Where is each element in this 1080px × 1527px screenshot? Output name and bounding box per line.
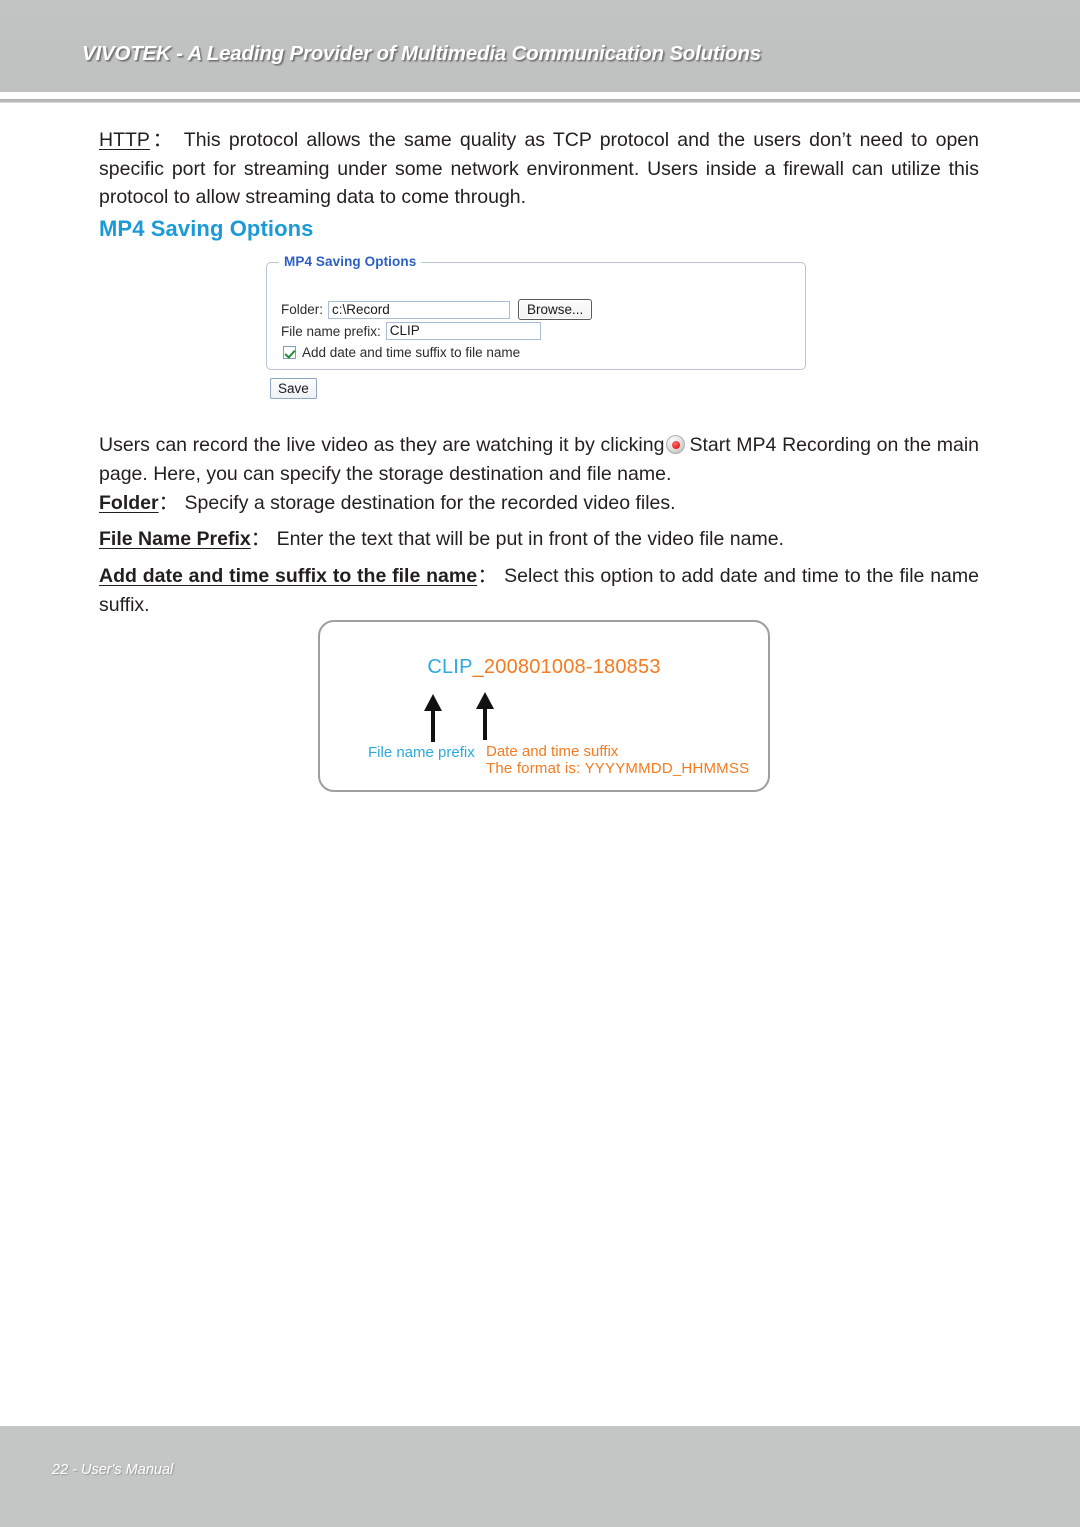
save-button[interactable]: Save [270,378,317,399]
paragraph-http: HTTP： This protocol allows the same qual… [99,126,979,212]
illustration-filename: CLIP_200801008-180853 [320,656,768,679]
check-icon[interactable] [283,346,296,359]
arrow-up-icon-suffix [476,692,494,740]
term-http-colon: ： [149,129,176,151]
paragraph-add-date-time-suffix-definition: Add date and time suffix to the file nam… [99,562,979,619]
term-add-date-time-suffix: Add date and time suffix to the file nam… [99,565,478,587]
paragraph-file-name-prefix-text: Enter the text that will be put in front… [276,528,784,550]
file-name-prefix-label: File name prefix: [281,323,381,339]
section-heading-mp4-saving-options: MP4 Saving Options [99,216,314,241]
mp4-saving-options-dialog: MP4 Saving Options Folder: Browse... Fil… [266,254,806,399]
add-date-time-suffix-row[interactable]: Add date and time suffix to file name [283,345,520,360]
term-folder: Folder [99,492,159,514]
add-date-time-suffix-label: Add date and time suffix to file name [302,345,521,360]
browse-button[interactable]: Browse... [518,299,593,320]
paragraph-folder-definition: Folder： Specify a storage destination fo… [99,489,979,518]
mp4-fieldset-legend: MP4 Saving Options [279,254,422,269]
file-name-prefix-row: File name prefix: [281,322,541,340]
paragraph-file-name-prefix-definition: File Name Prefix： Enter the text that wi… [99,525,979,554]
footer-page-label: 22 - User's Manual [52,1462,174,1478]
start-mp4-recording-icon [666,435,686,454]
illustration-filename-prefix: CLIP [427,656,473,678]
term-file-name-prefix: File Name Prefix [99,528,251,550]
folder-label: Folder: [281,302,324,317]
arrow-up-icon-prefix [424,694,442,742]
term-folder-colon: ： [158,492,180,514]
header-divider-rule [0,99,1080,103]
term-add-date-time-suffix-colon: ： [477,565,499,587]
term-http: HTTP [99,129,150,151]
illustration-filename-suffix: _200801008-180853 [472,656,661,678]
page-header-bar: VIVOTEK - A Leading Provider of Multimed… [0,0,1080,92]
illustration-label-format: The format is: YYYYMMDD_HHMMSS [486,760,750,777]
term-file-name-prefix-colon: ： [250,528,272,550]
mp4-fieldset: MP4 Saving Options Folder: Browse... Fil… [266,254,806,370]
paragraph-http-text: This protocol allows the same quality as… [99,129,979,208]
filename-illustration-box: CLIP_200801008-180853 File name prefix D… [318,620,770,792]
illustration-label-file-name-prefix: File name prefix [368,744,475,761]
folder-row: Folder: Browse... [281,299,593,320]
paragraph-users-text-before: Users can record the live video as they … [99,434,665,456]
illustration-label-date-time-suffix: Date and time suffix [486,743,619,760]
page-footer-bar: 22 - User's Manual [0,1426,1080,1527]
paragraph-folder-text: Specify a storage destination for the re… [184,492,676,514]
file-name-prefix-input[interactable] [385,322,541,340]
header-title: VIVOTEK - A Leading Provider of Multimed… [82,42,761,65]
paragraph-users-record: Users can record the live video as they … [99,431,979,488]
folder-input[interactable] [328,300,511,319]
